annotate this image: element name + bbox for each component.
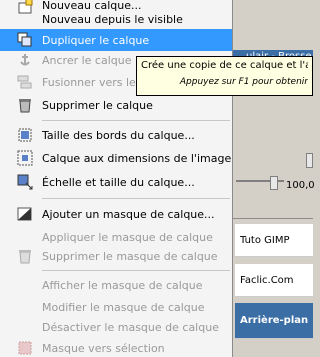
mode-dropdown-arrow[interactable] xyxy=(306,153,313,168)
menu-item-delete-layer[interactable]: Supprimer le calque xyxy=(0,94,232,116)
tooltip-text: Crée une copie de ce calque et l'ajoute xyxy=(141,60,308,71)
layer-name: Tuto GIMP xyxy=(240,234,290,246)
merge-down-icon xyxy=(17,74,33,90)
opacity-slider-thumb[interactable] xyxy=(270,176,278,190)
menu-item-add-layer-mask[interactable]: Ajouter un masque de calque... xyxy=(0,203,232,225)
menu-separator xyxy=(42,270,230,271)
delete-mask-icon xyxy=(17,248,33,264)
delete-icon xyxy=(17,97,33,113)
menu-item-new-from-visible[interactable]: Nouveau depuis le visible xyxy=(0,8,232,30)
menu-item-label: Ancrer le calque xyxy=(42,53,132,67)
opacity-value: 100,0 xyxy=(286,180,315,191)
mask-to-selection-icon xyxy=(17,340,33,356)
menu-item-show-layer-mask[interactable]: Afficher le masque de calque xyxy=(0,274,232,296)
layer-row[interactable]: Tuto GIMP xyxy=(235,224,313,257)
menu-item-edit-layer-mask[interactable]: Modifier le masque de calque xyxy=(0,296,232,318)
menu-item-delete-layer-mask[interactable]: Supprimer le masque de calque xyxy=(0,245,232,267)
layer-boundary-icon xyxy=(17,127,33,143)
menu-item-scale-layer[interactable]: Échelle et taille du calque... xyxy=(0,171,232,193)
tooltip-hint: Appuyez sur F1 pour obtenir xyxy=(179,77,308,87)
menu-item-layer-to-image-size[interactable]: Calque aux dimensions de l'image xyxy=(0,147,232,169)
menu-item-label: Nouveau depuis le visible xyxy=(42,12,183,26)
menu-item-label: Afficher le masque de calque xyxy=(42,278,203,292)
menu-item-duplicate-layer[interactable]: Dupliquer le calque xyxy=(0,29,232,51)
layer-context-menu: Nouveau calque... Nouveau depuis le visi… xyxy=(0,0,233,357)
menu-item-label: Calque aux dimensions de l'image xyxy=(42,151,232,165)
menu-item-disable-layer-mask[interactable]: Désactiver le masque de calque xyxy=(0,316,232,338)
menu-item-label: Supprimer le masque de calque xyxy=(42,249,218,263)
layer-row[interactable]: Faclic.Com xyxy=(235,264,313,297)
anchor-icon xyxy=(17,52,33,68)
menu-separator xyxy=(42,120,230,121)
menu-item-label: Masque vers sélection xyxy=(42,341,165,355)
menu-item-label: Appliquer le masque de calque xyxy=(42,230,213,244)
menu-separator xyxy=(42,198,230,199)
menu-item-label: Ajouter un masque de calque... xyxy=(42,207,215,221)
tooltip: Crée une copie de ce calque et l'ajoute … xyxy=(136,56,313,96)
layer-name: Arrière-plan xyxy=(240,315,309,326)
menu-item-mask-to-selection[interactable]: Masque vers sélection xyxy=(0,337,232,357)
menu-item-label: Taille des bords du calque... xyxy=(42,128,195,142)
menu-item-label: Supprimer le calque xyxy=(42,98,153,112)
panel-divider xyxy=(232,218,313,219)
layer-row-selected[interactable]: Arrière-plan xyxy=(235,303,313,339)
menu-item-label: Modifier le masque de calque xyxy=(42,300,205,314)
scale-layer-icon xyxy=(17,174,33,190)
menu-item-label: Échelle et taille du calque... xyxy=(42,175,195,189)
duplicate-layer-icon xyxy=(17,32,33,48)
menu-item-layer-boundary-size[interactable]: Taille des bords du calque... xyxy=(0,124,232,146)
layer-name: Faclic.Com xyxy=(240,274,294,286)
add-mask-icon xyxy=(17,206,33,222)
menu-item-label: Dupliquer le calque xyxy=(42,33,150,47)
menu-item-label: Désactiver le masque de calque xyxy=(42,320,219,334)
layer-to-image-icon xyxy=(17,150,33,166)
